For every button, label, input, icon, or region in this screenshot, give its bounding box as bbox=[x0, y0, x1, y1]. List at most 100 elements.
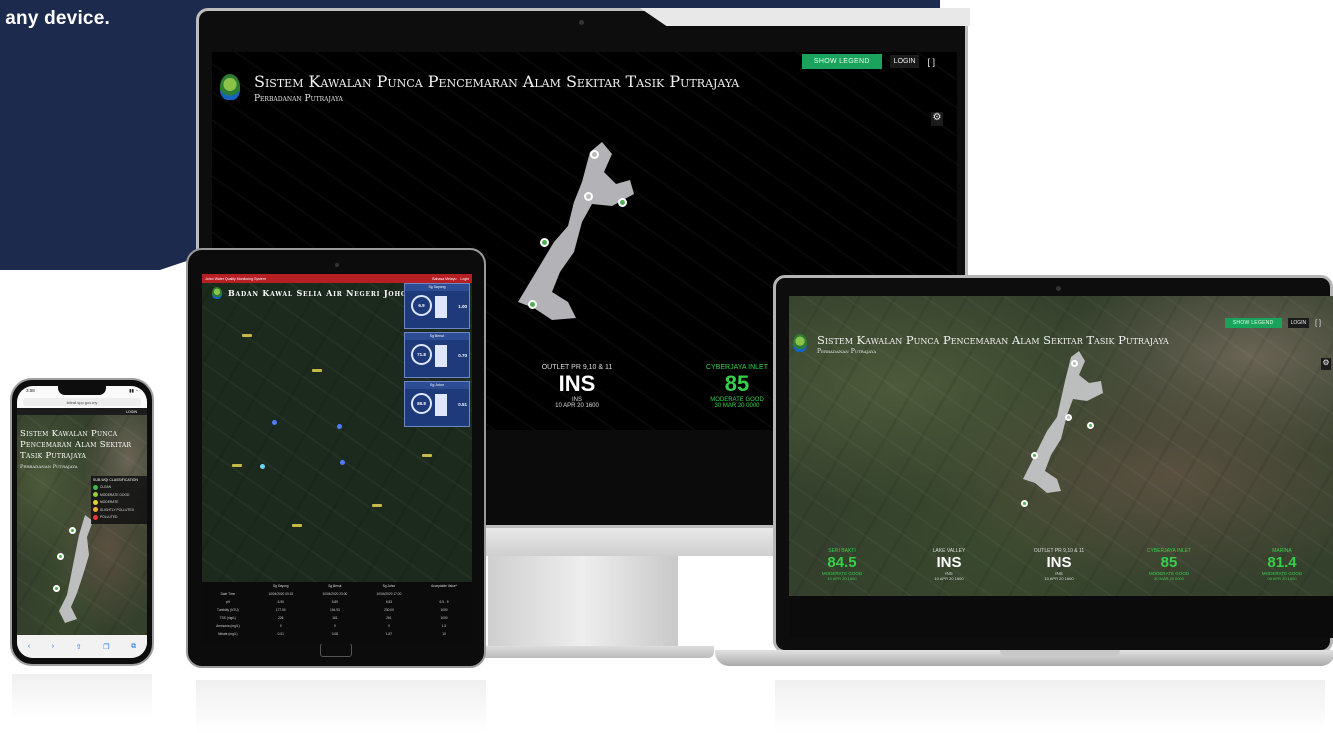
station-stat[interactable]: LAKE VALLEY INS INS 10 APR 20 1600 bbox=[904, 548, 994, 581]
tablet-home-button[interactable] bbox=[320, 643, 352, 657]
share-icon[interactable]: ⇧ bbox=[76, 643, 82, 651]
system-name: Johor Water Quality Monitoring System bbox=[205, 276, 266, 281]
readings-table: Sg Sayong Sg Benut Sg Johor Acceptable Valu… bbox=[202, 582, 472, 644]
putrajaya-logo bbox=[220, 74, 240, 100]
page-title: Sistem Kawalan Punca Pencemaran Alam Sek… bbox=[254, 72, 740, 91]
level-bar bbox=[435, 345, 447, 367]
table-row: TSS (mg/L) 226 161 261 1000 bbox=[219, 616, 448, 620]
level-bar bbox=[435, 394, 447, 416]
station-marker[interactable] bbox=[340, 460, 345, 465]
forward-icon[interactable]: › bbox=[52, 643, 54, 650]
station-pin[interactable] bbox=[540, 238, 549, 247]
station-stat[interactable]: MARINA 81.4 MODERATE GOOD 08 APR 20 1600 bbox=[1237, 548, 1327, 581]
tablet-map[interactable]: Johor Water Quality Monitoring System Ba… bbox=[202, 274, 472, 644]
monitor-stand bbox=[488, 556, 678, 648]
station-pin[interactable] bbox=[1021, 500, 1028, 507]
station-stat[interactable]: OUTLET PR 9,10 & 11 INS INS 10 APR 20 16… bbox=[522, 364, 632, 409]
putrajaya-logo bbox=[793, 334, 807, 352]
legend-item: SLIGHTLY POLLUTED bbox=[93, 507, 145, 512]
station-stat[interactable]: CYBERJAYA INLET 85 MODERATE GOOD 30 MAR … bbox=[682, 364, 792, 409]
road-label bbox=[292, 524, 302, 527]
station-stat[interactable]: SERI BAKTI 84.5 MODERATE GOOD 10 APR 20 … bbox=[797, 548, 887, 581]
station-marker[interactable] bbox=[260, 464, 265, 469]
page-title: Sistem Kawalan Punca Pencemaran Alam Sek… bbox=[817, 333, 1169, 347]
tablet-reflection bbox=[196, 680, 486, 733]
phone-topbar: LOGIN bbox=[17, 408, 147, 415]
language-link[interactable]: Bahasa Melayu bbox=[432, 277, 456, 281]
road-label bbox=[422, 454, 432, 457]
lake-shape bbox=[1023, 351, 1103, 493]
station-panels: Sg Sayong 6.9 1.00 Sg Benut 71.8 0.70 Sg… bbox=[404, 283, 470, 433]
station-pin[interactable] bbox=[584, 192, 593, 201]
legend-title: SUB-WQI CLASSIFICATION bbox=[93, 478, 138, 482]
laptop-camera bbox=[1056, 286, 1061, 291]
gear-icon[interactable]: ⚙ bbox=[1321, 358, 1331, 370]
station-stat[interactable]: CYBERJAYA INLET 85 MODERATE GOOD 30 MAR … bbox=[1124, 548, 1214, 581]
station-pin[interactable] bbox=[1065, 414, 1072, 421]
wqi-gauge: 71.8 bbox=[411, 344, 432, 365]
login-button[interactable]: LOGIN bbox=[126, 410, 137, 414]
legend-panel: SUB-WQI CLASSIFICATION CLEAN MODERATE GO… bbox=[91, 476, 147, 524]
station-pin[interactable] bbox=[1087, 422, 1094, 429]
fullscreen-icon[interactable]: [ ] bbox=[927, 57, 935, 67]
address-bar[interactable]: iktiraf.spp.gov.my bbox=[23, 398, 141, 406]
table-row: Date Time 10/04/2020 00:15 10/04/2020 23:0… bbox=[220, 592, 402, 596]
laptop-stats-row: SERI BAKTI 84.5 MODERATE GOOD 10 APR 20 … bbox=[789, 548, 1333, 596]
signal-icon: ▮▮ ◔ bbox=[129, 388, 138, 393]
tablet-topbar: Johor Water Quality Monitoring System Ba… bbox=[202, 274, 472, 283]
back-icon[interactable]: ‹ bbox=[28, 643, 30, 650]
road-label bbox=[312, 369, 322, 372]
legend-item: POLLUTED bbox=[93, 514, 145, 520]
wqi-gauge: 86.8 bbox=[411, 393, 432, 414]
table-row: pH 6.90 6.89 6.83 6.5 - 9 bbox=[225, 600, 449, 604]
laptop-bezel-bottom bbox=[789, 596, 1333, 638]
show-legend-button[interactable]: SHOW LEGEND bbox=[801, 54, 882, 69]
login-link[interactable]: Login bbox=[460, 277, 469, 281]
station-panel[interactable]: Sg Sayong 6.9 1.00 bbox=[404, 283, 470, 329]
station-pin[interactable] bbox=[1031, 452, 1038, 459]
table-header-row: Sg Sayong Sg Benut Sg Johor Acceptable Valu… bbox=[272, 584, 457, 588]
login-button[interactable]: LOGIN bbox=[1287, 318, 1310, 328]
road-label bbox=[232, 464, 242, 467]
show-legend-button[interactable]: SHOW LEGEND bbox=[1224, 318, 1282, 328]
station-pin[interactable] bbox=[53, 585, 60, 592]
tablet-camera bbox=[335, 263, 339, 267]
login-button[interactable]: LOGIN bbox=[889, 55, 920, 68]
browser-toolbar: ‹ › ⇧ ❐ ⧉ bbox=[17, 635, 147, 658]
station-pin[interactable] bbox=[528, 300, 537, 309]
table-row: Turbidity (NTU) 177.50 154.93 230.00 1000 bbox=[217, 608, 448, 612]
laptop-notch bbox=[1000, 650, 1120, 656]
johor-logo bbox=[212, 287, 222, 299]
road-label bbox=[372, 504, 382, 507]
wqi-gauge: 6.9 bbox=[411, 295, 432, 316]
fullscreen-icon[interactable]: [ ] bbox=[1315, 320, 1321, 327]
station-panel[interactable]: Sg Benut 71.8 0.70 bbox=[404, 332, 470, 378]
station-pin[interactable] bbox=[69, 527, 76, 534]
monitor-camera bbox=[579, 20, 584, 25]
station-pin[interactable] bbox=[618, 198, 627, 207]
page-title: Sistem Kawalan Punca Pencemaran Alam Sek… bbox=[20, 429, 132, 461]
road-label bbox=[242, 334, 252, 337]
legend-item: MODERATE bbox=[93, 499, 145, 505]
station-panel[interactable]: Sg Johor 86.8 0.51 bbox=[404, 381, 470, 427]
gear-icon[interactable]: ⚙ bbox=[931, 112, 943, 126]
station-pin[interactable] bbox=[1071, 360, 1078, 367]
level-bar bbox=[435, 296, 447, 318]
station-marker[interactable] bbox=[337, 424, 342, 429]
station-stat[interactable]: OUTLET PR 9,10 & 11 INS INS 10 APR 20 16… bbox=[1014, 548, 1104, 581]
page-title: Badan Kawal Selia Air Negeri Johor bbox=[228, 288, 413, 298]
station-pin[interactable] bbox=[590, 150, 599, 159]
clock: 3:58 bbox=[26, 388, 35, 393]
page-subtitle: Perbadanan Putrajaya bbox=[254, 94, 343, 104]
tabs-icon[interactable]: ⧉ bbox=[131, 643, 136, 651]
station-marker[interactable] bbox=[272, 420, 277, 425]
page-subtitle: Perbadanan Putrajaya bbox=[20, 464, 78, 470]
station-pin[interactable] bbox=[57, 553, 64, 560]
bookmarks-icon[interactable]: ❐ bbox=[103, 643, 109, 651]
lake-shape bbox=[59, 515, 93, 623]
phone-screen: 3:58 ▮▮ ◔ iktiraf.spp.gov.my LOGIN Siste… bbox=[17, 386, 147, 658]
laptop-reflection bbox=[775, 680, 1325, 733]
page-subtitle: Perbadanan Putrajaya bbox=[817, 348, 877, 355]
desktop-topbar: SHOW LEGEND LOGIN [ ] bbox=[801, 54, 935, 69]
laptop-topbar: SHOW LEGEND LOGIN [ ] bbox=[1224, 318, 1321, 328]
